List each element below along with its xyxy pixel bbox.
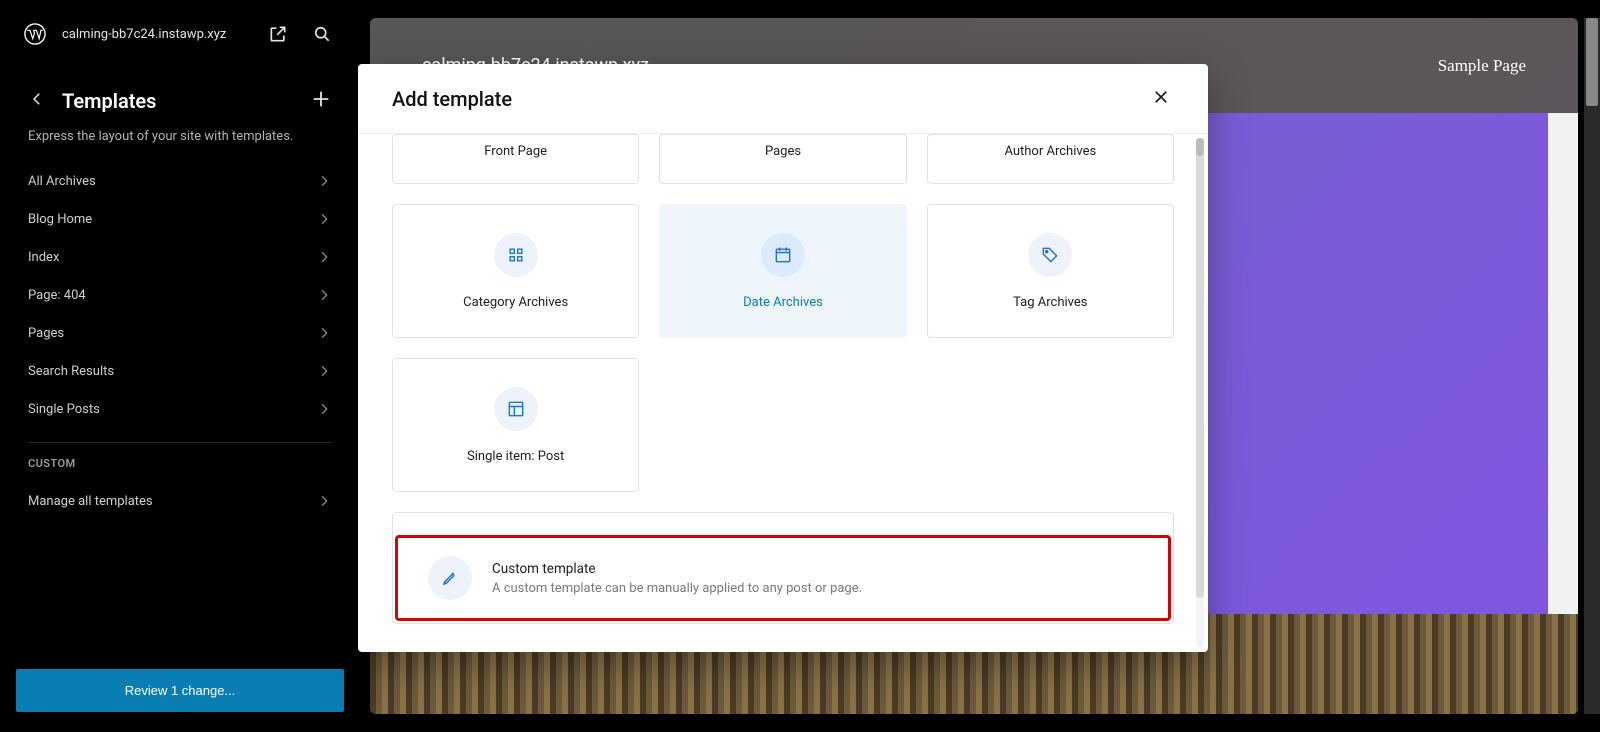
sidebar-item-label: Search Results: [28, 364, 114, 379]
chevron-left-icon: [28, 90, 46, 108]
plus-icon: [310, 88, 332, 110]
tile-custom-template[interactable]: Custom template A custom template can be…: [395, 535, 1171, 621]
close-modal-button[interactable]: [1148, 84, 1174, 113]
scrollbar-track: [1196, 138, 1204, 598]
tile-pages[interactable]: Pages: [659, 134, 906, 184]
chevron-right-icon: [316, 493, 332, 509]
section-description: Express the layout of your site with tem…: [0, 129, 360, 162]
section-header: Templates: [0, 68, 360, 129]
tile-label: Single item: Post: [467, 449, 564, 464]
chevron-right-icon: [316, 325, 332, 341]
sidebar-item-page-404[interactable]: Page: 404: [12, 276, 348, 314]
custom-template-description: A custom template can be manually applie…: [492, 581, 862, 596]
add-template-button[interactable]: [306, 84, 336, 117]
chevron-right-icon: [316, 363, 332, 379]
sidebar-item-manage-templates[interactable]: Manage all templates: [12, 482, 348, 520]
section-title: Templates: [62, 89, 306, 113]
review-changes-button[interactable]: Review 1 change...: [16, 669, 344, 712]
grid-icon: [494, 233, 538, 277]
preview-scrollbar[interactable]: [1584, 18, 1600, 714]
tile-date-archives[interactable]: Date Archives: [659, 204, 906, 338]
tile-author-archives[interactable]: Author Archives: [927, 134, 1174, 184]
modal-header: Add template: [358, 64, 1208, 134]
sidebar-item-search-results[interactable]: Search Results: [12, 352, 348, 390]
custom-template-title: Custom template: [492, 561, 862, 577]
sidebar-item-pages[interactable]: Pages: [12, 314, 348, 352]
modal-title: Add template: [392, 87, 512, 111]
sidebar-item-blog-home[interactable]: Blog Home: [12, 200, 348, 238]
open-external-button[interactable]: [264, 20, 292, 48]
sidebar-item-label: Blog Home: [28, 212, 92, 227]
chevron-right-icon: [316, 287, 332, 303]
custom-list: Manage all templates: [0, 482, 360, 520]
sidebar-item-label: All Archives: [28, 174, 96, 189]
tile-label: Tag Archives: [1013, 295, 1087, 310]
sidebar-item-label: Single Posts: [28, 402, 100, 417]
tile-category-archives[interactable]: Category Archives: [392, 204, 639, 338]
tile-label: Date Archives: [743, 295, 823, 310]
add-template-modal: Add template Front Page Pages Author Arc…: [358, 64, 1208, 652]
tile-single-item-post[interactable]: Single item: Post: [392, 358, 639, 492]
tile-tag-archives[interactable]: Tag Archives: [927, 204, 1174, 338]
sidebar-item-all-archives[interactable]: All Archives: [12, 162, 348, 200]
tile-label: Pages: [765, 144, 801, 159]
template-grid: Front Page Pages Author Archives Categor…: [392, 134, 1174, 492]
preview-nav-link[interactable]: Sample Page: [1438, 56, 1526, 76]
modal-body: Front Page Pages Author Archives Categor…: [358, 134, 1208, 652]
chevron-right-icon: [316, 173, 332, 189]
search-icon: [312, 24, 332, 44]
close-icon: [1152, 88, 1170, 106]
chevron-right-icon: [316, 211, 332, 227]
app-root: calming-bb7c24.instawp.xyz Templates Exp…: [0, 0, 1600, 732]
tile-label: Category Archives: [463, 295, 568, 310]
sidebar-item-label: Manage all templates: [28, 494, 153, 509]
external-link-icon: [268, 24, 288, 44]
chevron-right-icon: [316, 249, 332, 265]
site-url[interactable]: calming-bb7c24.instawp.xyz: [62, 27, 248, 42]
sidebar: calming-bb7c24.instawp.xyz Templates Exp…: [0, 0, 360, 732]
tile-front-page[interactable]: Front Page: [392, 134, 639, 184]
tag-icon: [1028, 233, 1072, 277]
tile-label: Author Archives: [1004, 144, 1096, 159]
modal-scrollbar[interactable]: [1196, 138, 1204, 648]
calendar-icon: [761, 233, 805, 277]
divider: [28, 442, 332, 443]
custom-template-text: Custom template A custom template can be…: [492, 561, 862, 596]
chevron-right-icon: [316, 401, 332, 417]
layout-icon: [494, 387, 538, 431]
sidebar-item-label: Page: 404: [28, 288, 86, 303]
sidebar-item-label: Pages: [28, 326, 64, 341]
pencil-icon: [428, 556, 472, 600]
search-button[interactable]: [308, 20, 336, 48]
tile-label: Front Page: [484, 144, 547, 159]
scrollbar-thumb[interactable]: [1196, 138, 1204, 156]
back-button[interactable]: [24, 86, 50, 115]
custom-heading: CUSTOM: [0, 457, 360, 482]
sidebar-item-index[interactable]: Index: [12, 238, 348, 276]
sidebar-item-label: Index: [28, 250, 59, 265]
admin-topbar: calming-bb7c24.instawp.xyz: [0, 0, 360, 68]
template-list: All Archives Blog Home Index Page: 404 P…: [0, 162, 360, 428]
sidebar-item-single-posts[interactable]: Single Posts: [12, 390, 348, 428]
wordpress-logo-icon[interactable]: [24, 23, 46, 45]
scrollbar-thumb[interactable]: [1586, 18, 1598, 106]
